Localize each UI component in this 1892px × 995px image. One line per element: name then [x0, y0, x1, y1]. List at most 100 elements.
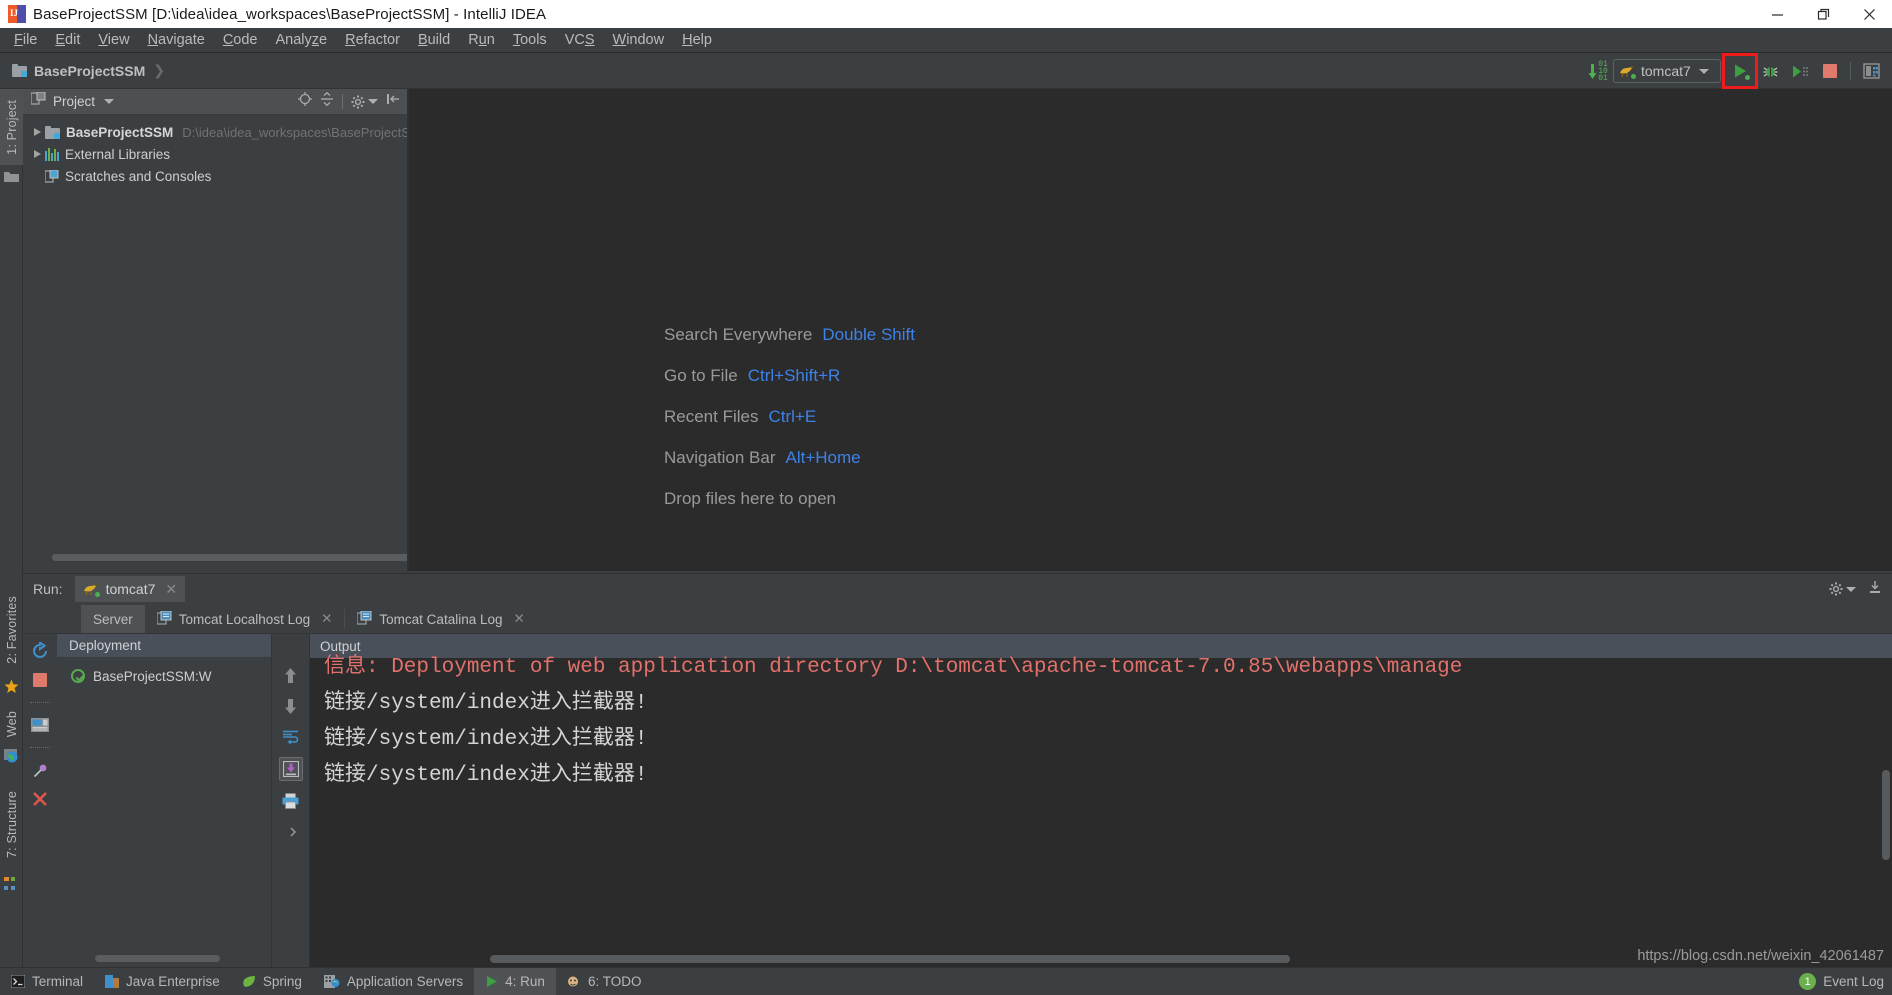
show-console-icon[interactable] [29, 714, 51, 736]
toolbar-divider [1850, 62, 1851, 80]
sidebar-item-project[interactable]: 1: Project [0, 89, 23, 165]
tree-node-path: D:\idea\idea_workspaces\BaseProjectSS [182, 124, 419, 140]
close-icon[interactable]: ✕ [514, 611, 525, 627]
menu-navigate[interactable]: Navigate [139, 30, 214, 50]
run-window-label: Run: [33, 581, 63, 597]
star-icon [4, 679, 19, 693]
stop-icon[interactable] [29, 669, 51, 691]
stop-button[interactable] [1815, 56, 1845, 86]
more-icon[interactable] [280, 821, 302, 843]
sidebar-item-project-label: 1: Project [4, 99, 19, 155]
maximize-icon[interactable] [1800, 0, 1846, 28]
menu-window[interactable]: Window [604, 30, 674, 50]
menu-view[interactable]: View [89, 30, 138, 50]
status-item-run[interactable]: 4: Run [474, 967, 556, 995]
status-item-application-servers[interactable]: Application Servers [313, 968, 474, 995]
menu-edit[interactable]: Edit [46, 30, 89, 50]
tab-tomcat-catalina-log[interactable]: Tomcat Catalina Log ✕ [345, 605, 536, 633]
project-panel-header: Project [23, 89, 408, 115]
console-output[interactable]: Output 信息: Deployment of web application… [310, 634, 1892, 968]
project-horizontal-scrollbar[interactable] [52, 554, 422, 561]
console-horizontal-scrollbar[interactable] [490, 955, 1790, 963]
run-inner-tabs: Server Tomcat Localhost Log ✕ Tomcat Cat… [23, 604, 1892, 634]
run-tab-tomcat7[interactable]: tomcat7 ✕ [74, 576, 186, 602]
menu-file[interactable]: File [5, 30, 46, 50]
tree-node-baseprojectssm[interactable]: BaseProjectSSM D:\idea\idea_workspaces\B… [23, 121, 419, 143]
status-item-spring[interactable]: Spring [231, 968, 313, 995]
log-icon [156, 610, 172, 628]
application-servers-icon [323, 975, 340, 988]
run-tab-label: tomcat7 [105, 581, 156, 597]
hint-navigation-bar: Navigation Bar Alt+Home [664, 437, 915, 478]
run-configuration-selector[interactable]: tomcat7 [1613, 59, 1721, 83]
hint-label: Recent Files [664, 406, 759, 426]
run-button[interactable] [1722, 53, 1758, 89]
structure-icon [4, 877, 19, 891]
locate-icon[interactable] [298, 92, 312, 111]
menu-run[interactable]: Run [459, 30, 504, 50]
rerun-icon[interactable] [29, 640, 51, 662]
tab-tomcat-localhost-log[interactable]: Tomcat Localhost Log ✕ [145, 605, 345, 633]
menu-code[interactable]: Code [214, 30, 267, 50]
event-log-count-badge: 1 [1799, 973, 1817, 990]
expand-arrow-icon[interactable] [29, 128, 45, 136]
deployment-horizontal-scrollbar[interactable] [65, 955, 265, 962]
hint-go-to-file: Go to File Ctrl+Shift+R [664, 355, 915, 396]
menu-tools[interactable]: Tools [504, 30, 556, 50]
tomcat-icon [1619, 64, 1636, 79]
menu-refactor[interactable]: Refactor [336, 30, 409, 50]
hide-icon[interactable] [1868, 580, 1882, 599]
status-item-todo[interactable]: 6: TODO [556, 968, 653, 995]
watermark-url: https://blog.csdn.net/weixin_42061487 [1637, 948, 1884, 964]
debug-button[interactable] [1755, 56, 1785, 86]
sidebar-item-favorites[interactable]: 2: Favorites [0, 587, 23, 673]
settings-gear-icon[interactable] [1829, 582, 1856, 596]
run-window-header: Run: tomcat7 ✕ [23, 574, 1892, 604]
editor-area[interactable]: Search Everywhere Double Shift Go to Fil… [409, 89, 1892, 571]
print-icon[interactable] [280, 790, 302, 812]
status-item-java-enterprise[interactable]: Java Enterprise [94, 968, 231, 995]
hint-recent-files: Recent Files Ctrl+E [664, 396, 915, 437]
tree-node-scratches-and-consoles[interactable]: Scratches and Consoles [23, 165, 408, 187]
status-item-terminal[interactable]: Terminal [0, 968, 94, 995]
run-with-coverage-button[interactable] [1785, 56, 1815, 86]
close-icon[interactable]: ✕ [321, 611, 332, 627]
tree-node-label: External Libraries [65, 146, 171, 162]
chevron-down-icon[interactable] [104, 99, 115, 104]
project-tool-window: Project BaseProjectSSM D:\idea\idea_work… [23, 89, 419, 571]
menu-analyze[interactable]: Analyze [267, 30, 337, 50]
tab-server[interactable]: Server [81, 605, 145, 633]
deployment-item[interactable]: BaseProjectSSM:W [57, 664, 271, 688]
tree-node-external-libraries[interactable]: External Libraries [23, 143, 408, 165]
update-running-application-icon[interactable]: 01 10 01 [1583, 56, 1613, 86]
close-icon[interactable] [1846, 0, 1892, 28]
toolbar-divider [342, 94, 343, 109]
status-item-label: 6: TODO [587, 974, 642, 989]
close-icon[interactable]: ✕ [165, 581, 177, 598]
minimize-icon[interactable] [1754, 0, 1800, 28]
sidebar-item-structure[interactable]: 7: Structure [0, 779, 23, 871]
scroll-to-end-icon[interactable] [278, 757, 303, 781]
java-enterprise-icon [105, 975, 120, 988]
hint-label: Go to File [664, 365, 738, 385]
hide-icon[interactable] [386, 92, 400, 111]
expand-arrow-icon[interactable] [29, 150, 45, 158]
pin-tab-icon[interactable] [29, 759, 51, 781]
soft-wrap-icon[interactable] [280, 726, 302, 748]
restore-layout-icon[interactable] [1856, 56, 1886, 86]
breadcrumb-label: BaseProjectSSM [34, 62, 146, 79]
menu-vcs[interactable]: VCS [556, 30, 604, 50]
scroll-down-icon[interactable] [280, 695, 302, 717]
collapse-all-icon[interactable] [320, 91, 334, 111]
scroll-up-icon[interactable] [280, 664, 302, 686]
sidebar-item-web[interactable]: Web [0, 703, 23, 745]
menu-build[interactable]: Build [409, 30, 459, 50]
settings-gear-icon[interactable] [351, 95, 378, 109]
intellij-idea-icon: IJ [8, 5, 26, 23]
close-tab-icon[interactable] [29, 788, 51, 810]
console-vertical-scrollbar[interactable] [1882, 660, 1890, 960]
sidebar-item-favorites-label: 2: Favorites [4, 596, 19, 664]
menu-help[interactable]: Help [673, 30, 721, 50]
event-log-label[interactable]: Event Log [1823, 974, 1884, 989]
breadcrumb[interactable]: BaseProjectSSM ❯ [12, 62, 165, 79]
